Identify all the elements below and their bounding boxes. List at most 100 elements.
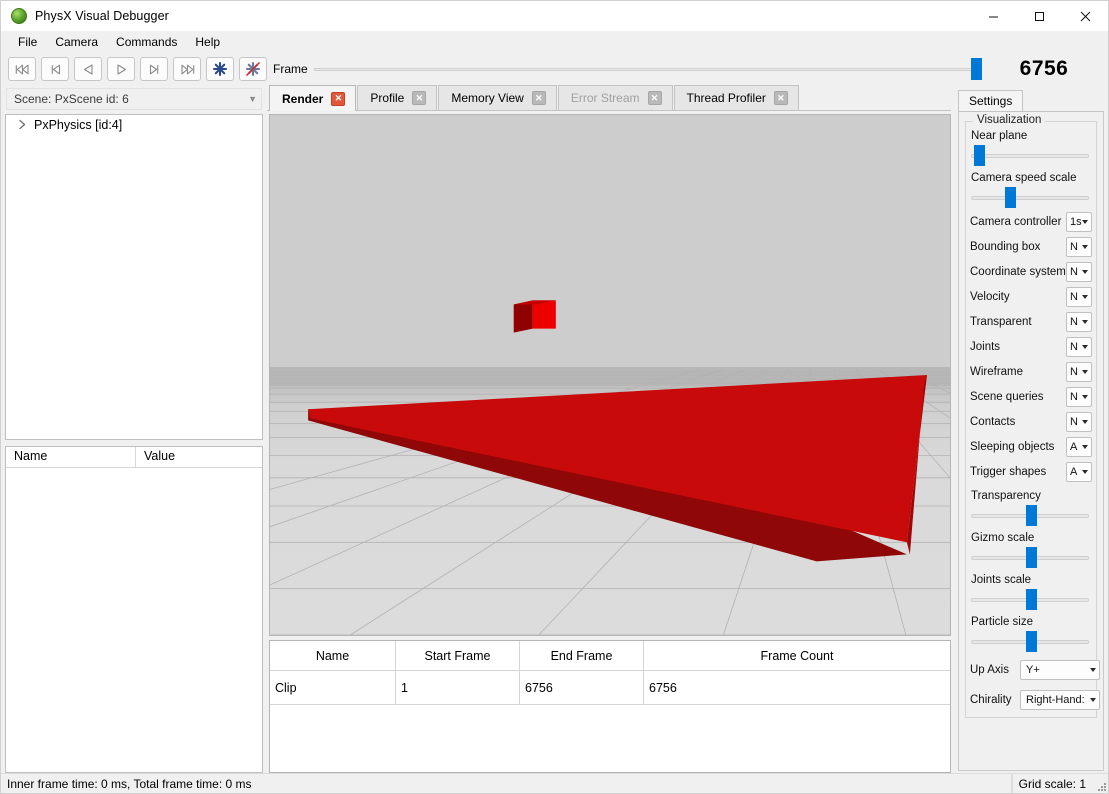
contacts-select[interactable]: N [1066,412,1092,432]
close-icon[interactable]: ✕ [331,91,346,106]
play-reverse-button[interactable] [74,57,102,81]
slider-handle[interactable] [1005,187,1017,208]
trigger-shapes-select[interactable]: A [1066,462,1092,482]
clip-col-end-frame[interactable]: End Frame [520,641,644,671]
particle-size-slider[interactable] [970,631,1092,652]
transparent-row: Transparent N [970,310,1092,334]
joints-select[interactable]: N [1066,337,1092,357]
minimize-button[interactable] [970,1,1016,32]
joints-scale-label: Joints scale [971,574,1032,586]
camera-speed-scale-label: Camera speed scale [971,172,1077,184]
menu-commands[interactable]: Commands [107,33,186,52]
connect-button[interactable] [206,57,234,81]
disconnect-button[interactable] [239,57,267,81]
maximize-button[interactable] [1016,1,1062,32]
clip-col-frame-count[interactable]: Frame Count [644,641,950,671]
goto-end-button[interactable] [173,57,201,81]
slider-track[interactable] [971,154,1089,158]
slider-handle[interactable] [1026,547,1038,568]
close-icon[interactable]: ✕ [531,91,546,105]
camera-controller-row: Camera controller 1s [970,210,1092,234]
trigger-shapes-label: Trigger shapes [970,466,1047,478]
property-column-value[interactable]: Value [136,447,262,467]
settings-tab-label: Settings [969,94,1013,108]
scene-queries-select[interactable]: N [1066,387,1092,407]
play-button[interactable] [107,57,135,81]
menu-bar: File Camera Commands Help [1,32,1108,53]
transparency-slider[interactable] [970,505,1092,526]
chevron-down-icon [1082,420,1088,424]
menu-file[interactable]: File [9,33,46,52]
property-grid[interactable]: Name Value [5,446,263,773]
frame-slider-track[interactable] [313,68,982,71]
next-clip-button[interactable] [140,57,168,81]
transparent-select[interactable]: N [1066,312,1092,332]
camera-controller-label: Camera controller [970,216,1062,228]
menu-help[interactable]: Help [186,33,229,52]
close-icon[interactable]: ✕ [773,91,788,105]
bounding-box-select[interactable]: N [1066,237,1092,257]
near-plane-slider[interactable] [970,145,1092,166]
slider-track[interactable] [971,196,1089,200]
slider-handle[interactable] [1026,505,1038,526]
chirality-select[interactable]: Right-Hand: [1020,690,1100,710]
camera-controller-select[interactable]: 1s [1066,212,1092,232]
tab-label: Profile [370,91,405,105]
gizmo-scale-slider[interactable] [970,547,1092,568]
physics-box-actor [513,300,556,333]
property-column-name[interactable]: Name [6,447,136,467]
tab-render[interactable]: Render ✕ [269,85,357,111]
clip-table[interactable]: Name Start Frame End Frame Frame Count C… [269,640,951,773]
left-panel: Scene: PxScene id: 6 ▼ PxPhysics [id:4] … [1,85,267,773]
wireframe-select[interactable]: N [1066,362,1092,382]
chevron-right-icon[interactable] [14,119,30,130]
menu-camera[interactable]: Camera [46,33,107,52]
velocity-label: Velocity [970,291,1010,303]
coordinate-system-select[interactable]: N [1066,262,1092,282]
chevron-down-icon [1090,698,1096,702]
velocity-select[interactable]: N [1066,287,1092,307]
clip-col-name[interactable]: Name [270,641,396,671]
joints-scale-slider[interactable] [970,589,1092,610]
chevron-down-icon [1090,668,1096,672]
clip-col-start-frame[interactable]: Start Frame [396,641,520,671]
render-viewport[interactable] [269,114,951,636]
chevron-down-icon [1082,470,1088,474]
scene-select[interactable]: Scene: PxScene id: 6 ▼ [6,88,262,110]
trigger-shapes-row: Trigger shapes A [970,460,1092,484]
settings-panel: Settings Visualization Near plane Camera… [953,85,1108,773]
joints-label: Joints [970,341,1001,353]
select-value: Right-Hand: [1026,694,1085,706]
table-row[interactable]: Clip 1 6756 6756 [270,671,950,705]
tree-item-label: PxPhysics [id:4] [34,117,123,132]
up-axis-select[interactable]: Y+ [1020,660,1100,680]
scene-queries-row: Scene queries N [970,385,1092,409]
close-button[interactable] [1062,1,1108,32]
frame-slider[interactable] [313,57,982,81]
close-icon[interactable]: ✕ [412,91,427,105]
slider-handle[interactable] [1026,631,1038,652]
tab-label: Memory View [451,91,524,105]
select-value: Y+ [1026,664,1040,676]
sleeping-objects-select[interactable]: A [1066,437,1092,457]
tab-profile[interactable]: Profile ✕ [357,85,438,110]
camera-speed-scale-slider[interactable] [970,187,1092,208]
object-tree[interactable]: PxPhysics [id:4] [5,114,263,440]
close-icon[interactable]: ✕ [647,91,662,105]
visualization-group-title: Visualization [973,114,1046,126]
chevron-down-icon [1082,270,1088,274]
goto-start-button[interactable] [8,57,36,81]
frame-slider-handle[interactable] [971,58,982,80]
slider-handle[interactable] [1026,589,1038,610]
app-window: PhysX Visual Debugger File Camera Comman… [0,0,1109,794]
transparent-label: Transparent [970,316,1032,328]
joints-row: Joints N [970,335,1092,359]
slider-handle[interactable] [973,145,985,166]
previous-clip-button[interactable] [41,57,69,81]
tab-error-stream[interactable]: Error Stream ✕ [557,85,673,110]
tree-item-pxphysics[interactable]: PxPhysics [id:4] [6,115,262,134]
tab-settings[interactable]: Settings [958,90,1024,111]
resize-grip-icon[interactable] [1092,774,1108,793]
tab-thread-profiler[interactable]: Thread Profiler ✕ [673,85,799,110]
tab-memory-view[interactable]: Memory View ✕ [438,85,557,110]
